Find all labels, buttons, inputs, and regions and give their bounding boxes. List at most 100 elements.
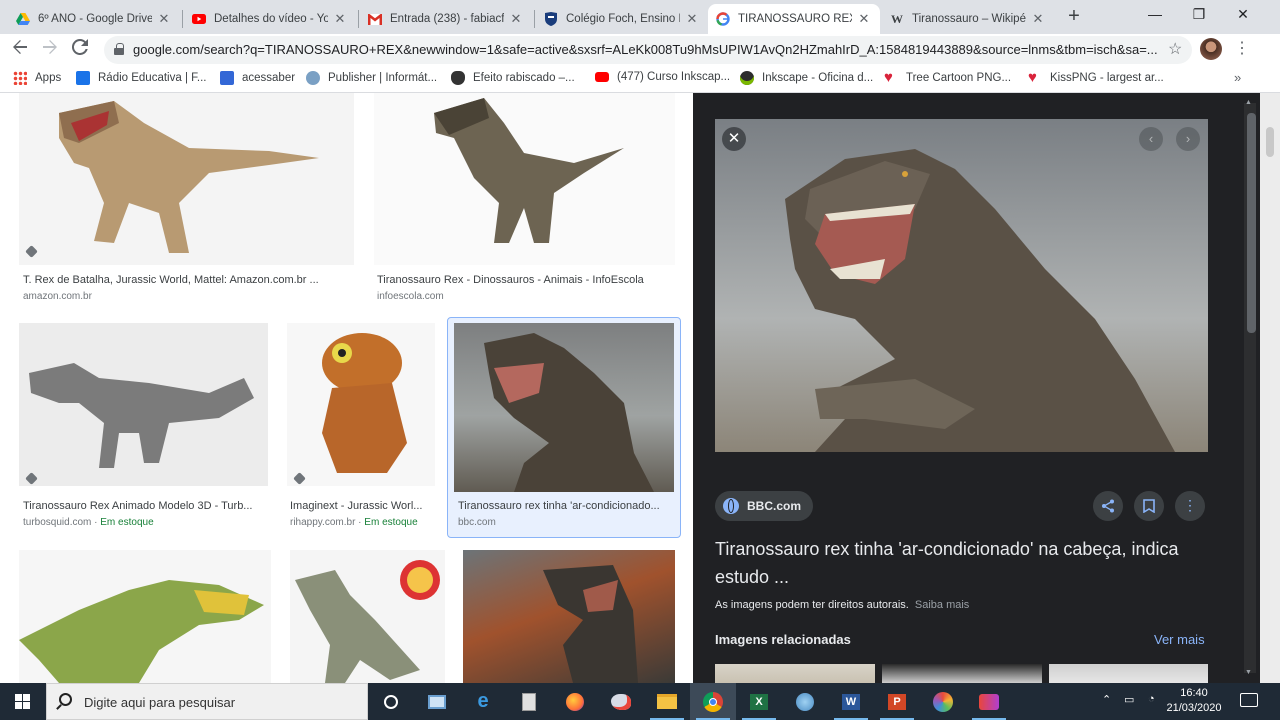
scroll-up-arrow-icon[interactable]: ▲ <box>1245 99 1252 106</box>
source-site-label: BBC.com <box>747 499 802 513</box>
tab-google-search-active[interactable]: TIRANOSSAURO REX - ✕ <box>708 4 880 34</box>
battery-icon[interactable]: ▭ <box>1124 693 1134 706</box>
source-domain: rihappy.com.br <box>290 517 356 528</box>
word-app[interactable]: W <box>828 683 874 720</box>
firefox-app[interactable] <box>552 683 598 720</box>
bookmark-publisher[interactable]: Publisher | Informát... <box>306 71 437 85</box>
result-title[interactable]: Tiranossauro Rex - Dinossauros - Animais… <box>377 274 677 286</box>
reload-button[interactable] <box>67 37 93 63</box>
close-icon[interactable]: ✕ <box>1030 11 1046 27</box>
result-title[interactable]: Tiranossauro Rex Animado Modelo 3D - Tur… <box>23 500 268 512</box>
back-button[interactable] <box>7 37 33 63</box>
bookmark-curso-inkscape[interactable]: (477) Curso Inkscap... <box>595 71 730 83</box>
wifi-icon[interactable]: ◔ <box>1148 693 1155 705</box>
chrome-app[interactable] <box>690 683 736 720</box>
result-thumbnail[interactable] <box>374 93 675 265</box>
tab-title: Colégio Foch, Ensino F <box>566 13 680 25</box>
bookmark-apps[interactable]: Apps <box>13 71 61 85</box>
paint-palette-icon <box>611 693 631 710</box>
related-image-thumbnail[interactable] <box>1049 664 1208 683</box>
scroll-down-arrow-icon[interactable]: ▼ <box>1245 669 1252 676</box>
close-icon[interactable]: ✕ <box>508 11 524 27</box>
result-thumbnail[interactable] <box>19 93 354 265</box>
outer-scrollbar-thumb[interactable] <box>1266 127 1274 157</box>
bookmarks-overflow-icon[interactable]: » <box>1234 70 1241 85</box>
file-explorer-app[interactable] <box>644 683 690 720</box>
panel-scrollbar[interactable]: ▲ ▼ <box>1230 93 1260 683</box>
more-options-button[interactable]: ⋮ <box>1175 491 1205 521</box>
color-wheel-icon <box>933 691 953 712</box>
bookmark-tree-cartoon[interactable]: ♥ Tree Cartoon PNG... <box>884 69 1011 86</box>
green-dino-toy-image <box>19 580 264 683</box>
address-bar[interactable]: google.com/search?q=TIRANOSSAURO+REX&new… <box>104 36 1192 64</box>
see-more-link[interactable]: Ver mais <box>1154 632 1205 647</box>
show-hidden-icons[interactable]: ⌃ <box>1102 693 1111 706</box>
result-thumbnail[interactable] <box>290 550 445 683</box>
arrow-left-icon <box>13 40 27 54</box>
close-preview-button[interactable]: ✕ <box>722 127 746 151</box>
start-button[interactable] <box>0 683 46 720</box>
globe-icon <box>723 498 739 514</box>
tab-wikipedia[interactable]: W Tiranossauro – Wikipé ✕ <box>882 4 1054 34</box>
bookmark-acessaber[interactable]: acessaber <box>220 71 295 85</box>
bookmark-radio[interactable]: Rádio Educativa | F... <box>76 71 206 85</box>
learn-more-link[interactable]: Saiba mais <box>915 599 969 611</box>
profile-avatar[interactable] <box>1200 38 1222 60</box>
taskbar-search-box[interactable]: Digite aqui para pesquisar <box>46 683 368 720</box>
source-site-chip[interactable]: BBC.com <box>715 491 814 521</box>
preview-image[interactable] <box>715 119 1208 452</box>
task-view-app[interactable] <box>414 683 460 720</box>
close-window-button[interactable]: ✕ <box>1221 0 1265 30</box>
result-title[interactable]: Tiranossauro rex tinha 'ar-condicionado.… <box>458 500 673 512</box>
minimize-button[interactable]: — <box>1133 0 1177 30</box>
tab-google-drive[interactable]: 6º ANO - Google Drive ✕ <box>8 4 180 34</box>
cortana-button[interactable] <box>368 683 414 720</box>
restore-button[interactable]: ❐ <box>1177 0 1221 30</box>
result-thumbnail[interactable] <box>287 323 435 486</box>
close-icon[interactable]: ✕ <box>156 11 172 27</box>
next-image-button[interactable]: › <box>1176 127 1200 151</box>
save-button[interactable] <box>1134 491 1164 521</box>
paint-app[interactable] <box>598 683 644 720</box>
tab-youtube-studio[interactable]: Detalhes do vídeo - Yo ✕ <box>184 4 356 34</box>
tab-gmail[interactable]: Entrada (238) - fabiacfi ✕ <box>360 4 532 34</box>
result-thumbnail[interactable] <box>454 323 674 492</box>
bookmark-inkscape-oficina[interactable]: Inkscape - Oficina d... <box>740 71 873 85</box>
result-thumbnail[interactable] <box>19 550 271 683</box>
tab-colegio-foch[interactable]: Colégio Foch, Ensino F ✕ <box>536 4 708 34</box>
previous-image-button[interactable]: ‹ <box>1139 127 1163 151</box>
excel-app[interactable]: X <box>736 683 782 720</box>
notification-center-icon[interactable] <box>1240 693 1258 707</box>
result-title[interactable]: T. Rex de Batalha, Jurassic World, Matte… <box>23 274 343 286</box>
scrollbar-thumb[interactable] <box>1247 113 1256 333</box>
system-clock[interactable]: 16:40 21/03/2020 <box>1164 686 1224 716</box>
bookmark-label: Apps <box>35 72 62 84</box>
result-title[interactable]: Imaginext - Jurassic Worl... <box>290 500 430 512</box>
related-image-thumbnail[interactable] <box>715 664 875 683</box>
browser-menu-icon[interactable]: ⋮ <box>1234 38 1250 58</box>
forward-button[interactable] <box>37 37 63 63</box>
media-app[interactable] <box>966 683 1012 720</box>
color-wheel-app[interactable] <box>920 683 966 720</box>
share-button[interactable] <box>1093 491 1123 521</box>
paint-brush-app[interactable] <box>782 683 828 720</box>
task-view-icon <box>428 694 446 709</box>
related-image-thumbnail[interactable] <box>882 664 1042 683</box>
bookmark-kisspng[interactable]: ♥ KissPNG - largest ar... <box>1028 70 1164 85</box>
calculator-app[interactable] <box>506 683 552 720</box>
heart-icon: ♥ <box>884 69 893 86</box>
close-icon[interactable]: ✕ <box>684 11 700 27</box>
powerpoint-app[interactable]: P <box>874 683 920 720</box>
bookmark-efeito[interactable]: Efeito rabiscado –... <box>451 71 575 85</box>
radio-flag-icon <box>76 71 90 85</box>
bookmark-star-icon[interactable]: ☆ <box>1168 39 1182 59</box>
preview-title[interactable]: Tiranossauro rex tinha 'ar-condicionado'… <box>715 535 1215 591</box>
trex-fire-image <box>543 565 638 683</box>
result-thumbnail[interactable] <box>19 323 268 486</box>
result-thumbnail[interactable] <box>463 550 675 683</box>
close-icon[interactable]: ✕ <box>856 11 872 27</box>
new-tab-button[interactable]: + <box>1063 5 1085 27</box>
close-icon[interactable]: ✕ <box>332 11 348 27</box>
trex-toy-image <box>59 101 319 253</box>
edge-app[interactable]: e <box>460 683 506 720</box>
